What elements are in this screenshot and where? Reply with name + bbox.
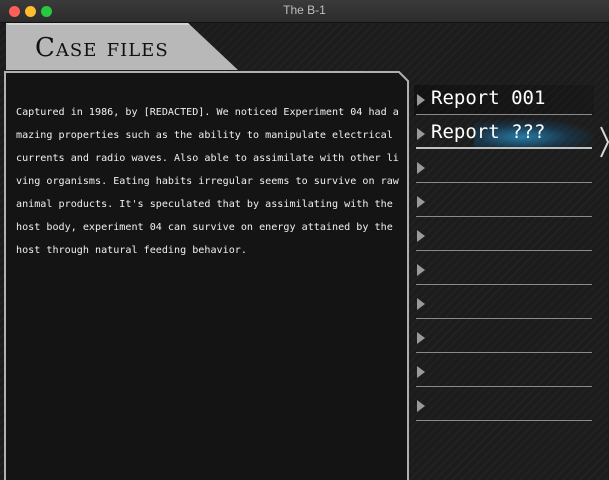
report-item-label: Report 001 bbox=[431, 87, 546, 109]
report-item[interactable] bbox=[414, 391, 594, 421]
report-item[interactable] bbox=[414, 221, 594, 251]
report-divider bbox=[416, 352, 592, 353]
report-divider bbox=[416, 182, 592, 183]
report-item[interactable] bbox=[414, 289, 594, 319]
triangle-right-icon bbox=[417, 128, 425, 140]
triangle-right-icon bbox=[417, 298, 425, 310]
title-bar: The B-1 bbox=[0, 0, 609, 23]
game-window: The B-1 Case files Captured in 1986, by … bbox=[0, 0, 609, 480]
page-title: Case files bbox=[35, 33, 169, 63]
report-divider bbox=[416, 147, 592, 149]
triangle-right-icon bbox=[417, 196, 425, 208]
case-text-panel: Captured in 1986, by [REDACTED]. We noti… bbox=[4, 71, 410, 480]
report-item[interactable] bbox=[414, 255, 594, 285]
triangle-right-icon bbox=[417, 94, 425, 106]
window-title: The B-1 bbox=[283, 3, 326, 17]
report-divider bbox=[416, 318, 592, 319]
case-files-header: Case files bbox=[0, 23, 240, 70]
triangle-right-icon bbox=[417, 264, 425, 276]
case-files-screen: Case files Captured in 1986, by [REDACTE… bbox=[0, 23, 609, 480]
triangle-right-icon bbox=[417, 332, 425, 344]
report-divider bbox=[416, 114, 592, 115]
triangle-right-icon bbox=[417, 230, 425, 242]
chevron-right-icon[interactable] bbox=[600, 126, 609, 158]
report-item[interactable]: Report ??? bbox=[414, 119, 594, 149]
report-item[interactable] bbox=[414, 357, 594, 387]
report-divider bbox=[416, 216, 592, 217]
report-divider bbox=[416, 420, 592, 421]
report-item[interactable] bbox=[414, 323, 594, 353]
report-divider bbox=[416, 250, 592, 251]
report-item-label: Report ??? bbox=[431, 121, 546, 143]
triangle-right-icon bbox=[417, 400, 425, 412]
report-divider bbox=[416, 386, 592, 387]
report-item[interactable] bbox=[414, 187, 594, 217]
triangle-right-icon bbox=[417, 162, 425, 174]
report-item[interactable]: Report 001 bbox=[414, 85, 594, 115]
triangle-right-icon bbox=[417, 366, 425, 378]
report-divider bbox=[416, 284, 592, 285]
case-description: Captured in 1986, by [REDACTED]. We noti… bbox=[16, 107, 399, 256]
report-item[interactable] bbox=[414, 153, 594, 183]
